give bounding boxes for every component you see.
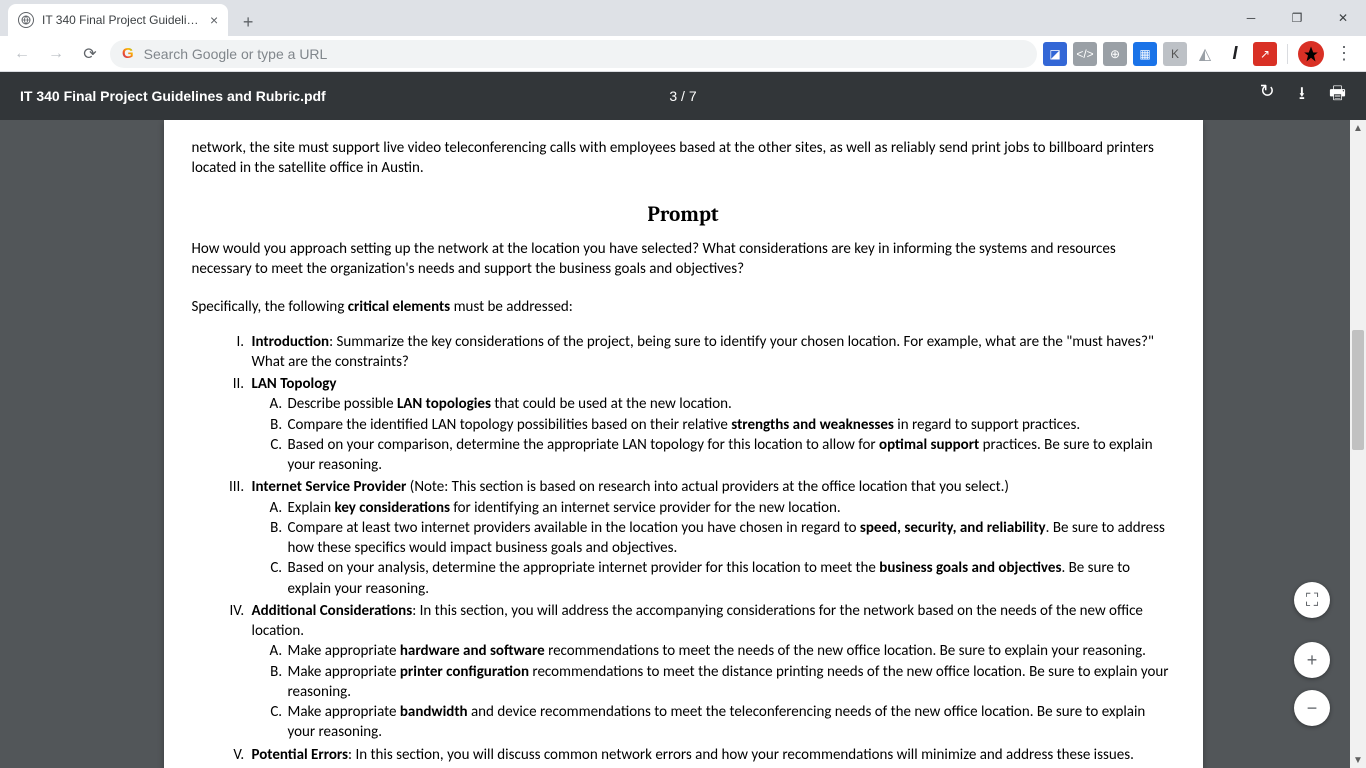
ext-icon-8[interactable]: ↗	[1253, 42, 1277, 66]
vertical-scrollbar[interactable]: ▲ ▼	[1350, 120, 1366, 768]
scroll-up-arrow-icon[interactable]: ▲	[1350, 120, 1366, 136]
pdf-print-button[interactable]: 🖶	[1329, 81, 1346, 111]
item-additional: Additional Considerations: In this secti…	[248, 601, 1175, 743]
ext-icon-7[interactable]: I	[1223, 42, 1247, 66]
tab-strip: IT 340 Final Project Guidelines an × + ─…	[0, 0, 1366, 36]
scrollbar-thumb[interactable]	[1352, 330, 1364, 450]
google-g-icon: G	[122, 45, 134, 62]
critical-elements-list: Introduction: Summarize the key consider…	[192, 332, 1175, 768]
separator	[1287, 44, 1288, 64]
context-text: network, the site must support live vide…	[192, 120, 1175, 179]
window-close-button[interactable]: ✕	[1320, 0, 1366, 36]
pdf-page: network, the site must support live vide…	[164, 120, 1203, 768]
ext-icon-3[interactable]: ⊕	[1103, 42, 1127, 66]
zoom-in-button[interactable]: +	[1294, 642, 1330, 678]
zoom-out-button[interactable]: −	[1294, 690, 1330, 726]
favicon-globe-icon	[18, 12, 34, 28]
pdf-download-button[interactable]: ⭳	[1299, 81, 1305, 111]
item-potential-errors: Potential Errors: In this section, you w…	[248, 745, 1175, 768]
scroll-down-arrow-icon[interactable]: ▼	[1350, 752, 1366, 768]
item-isp: Internet Service Provider (Note: This se…	[248, 477, 1175, 599]
browser-toolbar: ← → ⟳ G Search Google or type a URL ◪ </…	[0, 36, 1366, 72]
ext-icon-5[interactable]: K	[1163, 42, 1187, 66]
tab-title: IT 340 Final Project Guidelines an	[42, 13, 202, 27]
profile-avatar[interactable]	[1298, 41, 1324, 67]
forward-button[interactable]: →	[42, 40, 70, 68]
ext-icon-6[interactable]: ◭	[1193, 42, 1217, 66]
reload-button[interactable]: ⟳	[76, 40, 104, 68]
back-button[interactable]: ←	[8, 40, 36, 68]
ext-icon-1[interactable]: ◪	[1043, 42, 1067, 66]
tab-close-icon[interactable]: ×	[210, 12, 218, 28]
pdf-page-indicator: 3 / 7	[669, 88, 696, 104]
browser-tab[interactable]: IT 340 Final Project Guidelines an ×	[8, 4, 228, 36]
fit-page-button[interactable]: ⛶	[1294, 582, 1330, 618]
pdf-viewport[interactable]: network, the site must support live vide…	[0, 120, 1366, 768]
chrome-menu-button[interactable]: ⋮	[1330, 43, 1358, 64]
ext-icon-4[interactable]: ▦	[1133, 42, 1157, 66]
pdf-rotate-button[interactable]: ↻	[1260, 81, 1275, 111]
new-tab-button[interactable]: +	[234, 8, 262, 36]
window-maximize-button[interactable]: ❐	[1274, 0, 1320, 36]
ext-icon-2[interactable]: </>	[1073, 42, 1097, 66]
prompt-heading: Prompt	[192, 201, 1175, 229]
pdf-filename: IT 340 Final Project Guidelines and Rubr…	[20, 88, 326, 104]
window-minimize-button[interactable]: ─	[1228, 0, 1274, 36]
item-introduction: Introduction: Summarize the key consider…	[248, 332, 1175, 373]
specifically-line: Specifically, the following critical ele…	[192, 297, 1175, 317]
omnibox[interactable]: G Search Google or type a URL	[110, 40, 1037, 68]
extension-area: ◪ </> ⊕ ▦ K ◭ I ↗	[1043, 42, 1277, 66]
omnibox-placeholder: Search Google or type a URL	[144, 46, 328, 62]
window-controls: ─ ❐ ✕	[1228, 0, 1366, 36]
prompt-question: How would you approach setting up the ne…	[192, 239, 1175, 280]
item-lan-topology: LAN Topology Describe possible LAN topol…	[248, 374, 1175, 475]
pdf-toolbar: IT 340 Final Project Guidelines and Rubr…	[0, 72, 1366, 120]
